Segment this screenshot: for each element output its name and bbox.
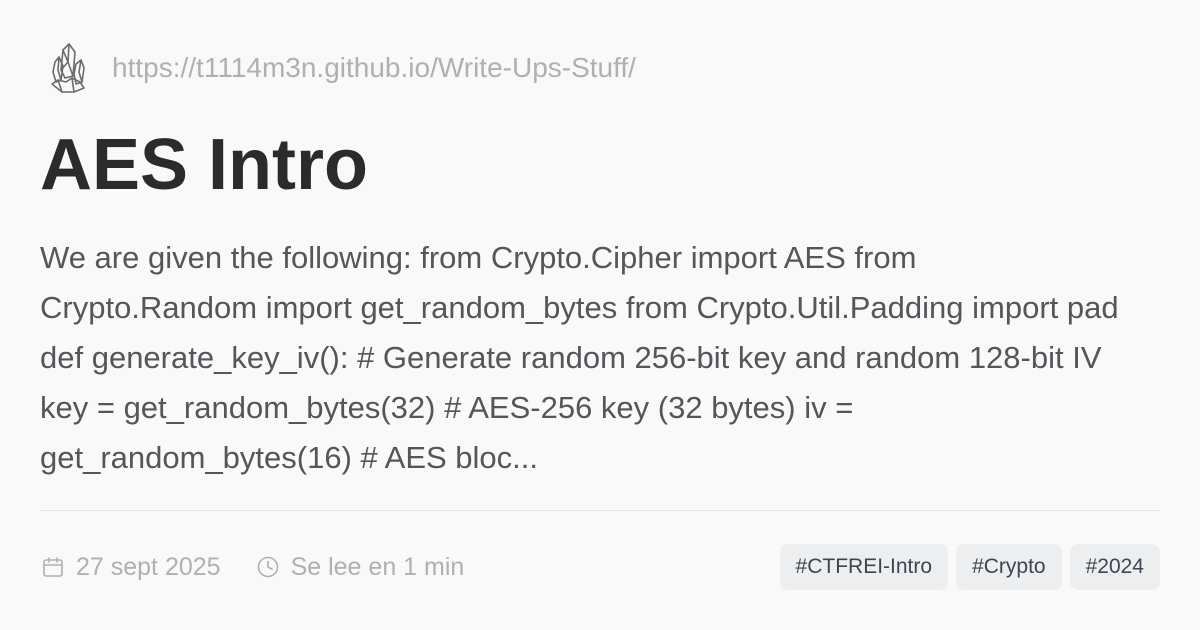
clock-icon: [255, 554, 281, 580]
tag-list: #CTFREI-Intro #Crypto #2024: [779, 544, 1160, 590]
post-date-text: 27 sept 2025: [76, 552, 221, 581]
site-url[interactable]: https://t1114m3n.github.io/Write-Ups-Stu…: [112, 52, 636, 84]
tag-ctfrei-intro[interactable]: #CTFREI-Intro: [779, 544, 949, 590]
calendar-icon: [40, 554, 66, 580]
crystal-logo-icon: [40, 40, 96, 96]
reading-time-text: Se lee en 1 min: [290, 552, 465, 581]
site-header: https://t1114m3n.github.io/Write-Ups-Stu…: [40, 40, 636, 96]
post-meta: 27 sept 2025 Se lee en 1 min #CTFREI-Int…: [40, 544, 1160, 590]
reading-time: Se lee en 1 min: [255, 552, 465, 582]
post-summary: We are given the following: from Crypto.…: [40, 240, 1119, 475]
page-title: AES Intro: [40, 125, 369, 205]
post-card: https://t1114m3n.github.io/Write-Ups-Stu…: [40, 40, 1160, 590]
divider: [40, 510, 1160, 511]
tag-crypto[interactable]: #Crypto: [956, 544, 1062, 590]
post-date: 27 sept 2025: [40, 553, 221, 582]
tag-2024[interactable]: #2024: [1069, 544, 1160, 590]
